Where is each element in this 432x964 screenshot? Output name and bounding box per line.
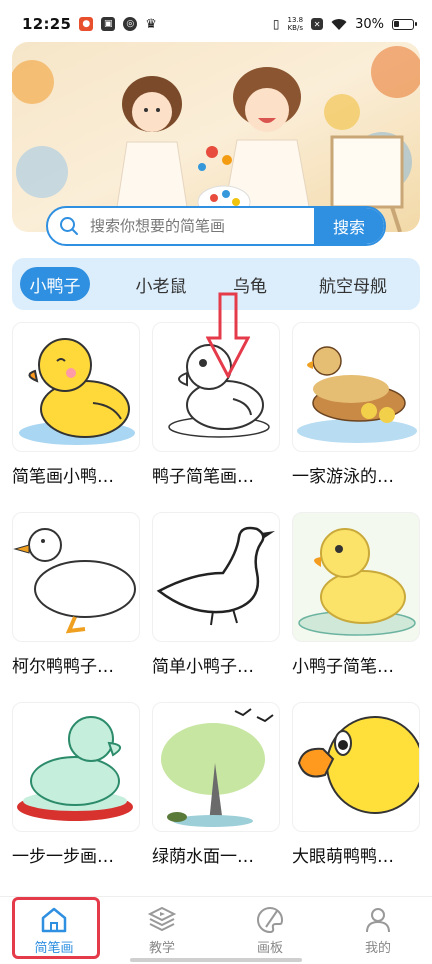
user-icon: [366, 908, 390, 933]
drawing-card[interactable]: 一步一步画…: [12, 702, 140, 867]
drawing-thumbnail: [292, 702, 420, 832]
drawing-thumbnail: [292, 322, 420, 452]
nav-item-profile[interactable]: 我的: [324, 897, 432, 964]
drawing-card[interactable]: 简单小鸭子…: [152, 512, 280, 677]
drawing-title: 绿荫水面一…: [152, 847, 254, 867]
status-bar: 12:25 ● ▣ ◎ ♛ ▯ 13.8 KB/s ✕ 30%: [0, 0, 432, 48]
drawing-title: 一步一步画…: [12, 847, 114, 867]
battery-icon: [392, 18, 417, 30]
banner-image: [12, 42, 420, 232]
tab-mouse[interactable]: 小老鼠: [126, 267, 196, 301]
net-speed-unit: KB/s: [287, 24, 303, 32]
nav-label: 简笔画: [34, 941, 74, 956]
nav-item-tutorials[interactable]: 教学: [108, 897, 216, 964]
drawing-title: 简单小鸭子…: [152, 657, 254, 677]
drawing-title: 鸭子简笔画…: [152, 467, 254, 487]
simple-duck-outline-image: [156, 526, 275, 626]
search-icon: [48, 216, 90, 236]
drawing-thumbnail: [292, 512, 420, 642]
drawing-thumbnail: [12, 512, 140, 642]
nav-item-drawings[interactable]: 简笔画: [0, 897, 108, 964]
drawing-thumbnail: [152, 702, 280, 832]
drawing-title: 简笔画小鸭…: [12, 467, 114, 487]
drawing-card[interactable]: 简笔画小鸭…: [12, 322, 140, 487]
duck-family-image: [297, 346, 417, 443]
drawing-card[interactable]: 大眼萌鸭鸭…: [292, 702, 420, 867]
bottom-nav: 简笔画 教学 画板 我的: [0, 896, 432, 964]
banner-illustration[interactable]: [12, 42, 420, 232]
notification-app-icon: ●: [79, 17, 94, 31]
drawing-title: 小鸭子简笔…: [292, 657, 394, 677]
drawing-title: 大眼萌鸭鸭…: [292, 847, 394, 867]
willow-water-image: [161, 708, 274, 827]
drawing-title: 一家游泳的…: [292, 467, 394, 487]
red-arrow-annotation: [206, 292, 250, 378]
yellow-duck-image: [19, 338, 135, 445]
vibrate-icon: ▯: [272, 17, 280, 31]
drawing-card[interactable]: 一家游泳的…: [292, 322, 420, 487]
big-eyed-duck-image: [297, 716, 419, 814]
net-speed: 13.8 KB/s: [288, 16, 304, 32]
status-right: ▯ 13.8 KB/s ✕ 30%: [272, 16, 417, 32]
drawing-card[interactable]: 绿荫水面一…: [152, 702, 280, 867]
notification-swirl-icon: ◎: [123, 17, 138, 31]
wifi-icon: [331, 18, 347, 30]
nav-label: 教学: [148, 941, 175, 956]
status-time: 12:25: [22, 15, 72, 33]
play-stack-icon: [147, 906, 177, 932]
drawing-thumbnail: [12, 322, 140, 452]
search-input[interactable]: [90, 217, 314, 235]
call-duck-image: [13, 528, 136, 634]
palette-icon: [257, 906, 284, 934]
drawing-card[interactable]: 小鸭子简笔…: [292, 512, 420, 677]
drawing-thumbnail: [152, 512, 280, 642]
nav-label: 我的: [364, 941, 391, 956]
drawing-thumbnail: [12, 702, 140, 832]
tab-duckling[interactable]: 小鸭子: [20, 267, 90, 301]
battery-percent: 30%: [355, 16, 384, 32]
drawing-card[interactable]: 柯尔鸭鸭子…: [12, 512, 140, 677]
tab-aircraft-carrier[interactable]: 航空母舰: [310, 267, 396, 301]
home-indicator: [130, 958, 302, 962]
no-sim-icon: ✕: [311, 18, 324, 30]
step-by-step-duck-image: [17, 716, 133, 821]
status-left: 12:25 ● ▣ ◎ ♛: [22, 15, 157, 33]
notification-box-icon: ▣: [101, 17, 116, 31]
nav-item-drawing-board[interactable]: 画板: [216, 897, 324, 964]
drawing-title: 柯尔鸭鸭子…: [12, 657, 114, 677]
search-button[interactable]: 搜索: [314, 208, 384, 244]
home-icon: [41, 907, 67, 933]
nav-label: 画板: [256, 941, 283, 956]
search-box[interactable]: 搜索: [46, 206, 386, 246]
notification-crown-icon: ♛: [145, 16, 157, 32]
net-speed-value: 13.8: [287, 16, 304, 24]
duckling-swimming-image: [298, 528, 416, 636]
